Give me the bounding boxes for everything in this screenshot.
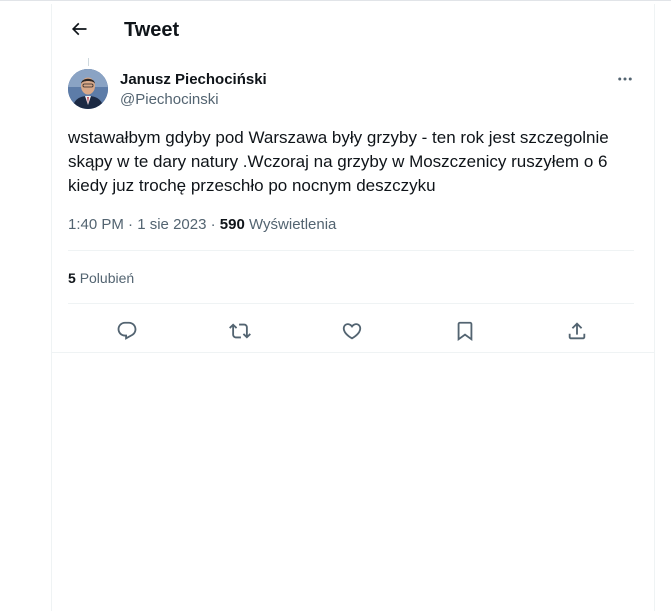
tweet-date[interactable]: 1 sie 2023	[137, 216, 206, 233]
tweet-column: Tweet Janusz Piechociński @Piechocinski	[51, 4, 655, 611]
tweet-text-line: wstawałbym gdyby pod Warszawa były grzyb…	[68, 128, 609, 147]
tweet-bottom-border	[52, 352, 654, 353]
heart-icon	[341, 320, 363, 342]
author-handle[interactable]: @Piechocinski	[120, 90, 219, 110]
like-button[interactable]	[340, 319, 364, 343]
likes-label: Polubień	[79, 270, 135, 286]
share-icon	[566, 320, 588, 342]
likes-count-link[interactable]: 5 Polubień	[68, 268, 134, 288]
tweet-time[interactable]: 1:40 PM	[68, 216, 124, 233]
reply-button[interactable]	[115, 319, 139, 343]
page-title: Tweet	[124, 19, 180, 41]
tweet-text-line: kiedy juz trochę przeschło po nocnym des…	[68, 176, 436, 195]
more-options-button[interactable]	[610, 67, 640, 91]
retweet-icon	[229, 320, 251, 342]
likes-count: 5	[68, 270, 76, 286]
meta-separator: ·	[210, 216, 220, 233]
page: Tweet Janusz Piechociński @Piechocinski	[0, 0, 671, 611]
views-label: Wyświetlenia	[249, 216, 337, 233]
arrow-left-icon	[69, 19, 89, 39]
back-button[interactable]	[64, 14, 94, 44]
retweet-button[interactable]	[228, 319, 252, 343]
thread-line	[88, 58, 89, 66]
author-name[interactable]: Janusz Piechociński	[120, 70, 267, 90]
tweet-text: wstawałbym gdyby pod Warszawa były grzyb…	[68, 126, 640, 198]
tweet-meta: 1:40 PM · 1 sie 2023 · 590 Wyświetlenia	[68, 215, 336, 235]
divider	[68, 250, 634, 251]
meta-separator: ·	[128, 216, 138, 233]
share-button[interactable]	[565, 319, 589, 343]
more-dots-icon	[616, 70, 634, 88]
action-bar	[68, 308, 634, 354]
reply-icon	[116, 320, 138, 342]
header: Tweet	[52, 4, 654, 54]
bookmark-icon	[454, 320, 476, 342]
divider	[68, 303, 634, 304]
views-count: 590	[219, 216, 245, 233]
avatar[interactable]	[68, 69, 108, 109]
tweet-text-line: skąpy w te dary natury .Wczoraj na grzyb…	[68, 152, 608, 171]
bookmark-button[interactable]	[453, 319, 477, 343]
